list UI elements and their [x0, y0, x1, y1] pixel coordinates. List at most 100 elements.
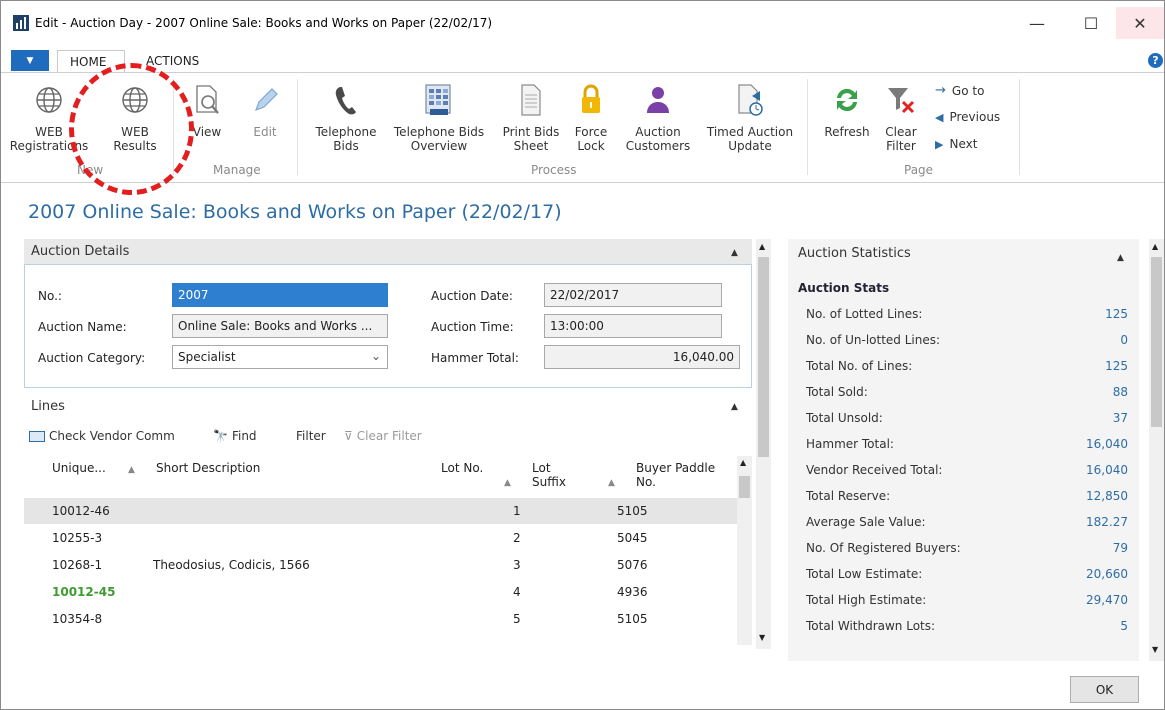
- ok-button[interactable]: OK: [1070, 676, 1139, 703]
- stat-value[interactable]: 125: [1105, 359, 1128, 373]
- auction-name-label: Auction Name:: [38, 320, 127, 334]
- stat-row: Total No. of Lines: 125: [806, 359, 1128, 385]
- stat-value[interactable]: 37: [1113, 411, 1128, 425]
- go-to-button[interactable]: → Go to: [935, 83, 984, 98]
- no-field[interactable]: 2007: [172, 283, 388, 307]
- auction-name-field[interactable]: Online Sale: Books and Works ...: [172, 314, 388, 338]
- force-lock-button[interactable]: Force Lock: [568, 81, 614, 153]
- auction-time-field[interactable]: 13:00:00: [544, 314, 722, 338]
- close-window-button[interactable]: ✕: [1116, 7, 1164, 39]
- auction-category-select[interactable]: Specialist ⌄: [172, 345, 388, 369]
- triangle-left-icon: ◀: [935, 110, 944, 124]
- window-title: Edit - Auction Day - 2007 Online Sale: B…: [35, 16, 493, 30]
- stat-value[interactable]: 88: [1113, 385, 1128, 399]
- check-vendor-comm-button[interactable]: Check Vendor Comm: [29, 429, 175, 443]
- stat-label: Total Unsold:: [806, 411, 883, 425]
- stat-value[interactable]: 182.27: [1086, 515, 1128, 529]
- table-row[interactable]: 10268-1 Theodosius, Codicis, 1566 3 5076: [24, 552, 737, 578]
- telephone-bids-overview-button[interactable]: Telephone Bids Overview: [389, 81, 489, 153]
- go-to-label: Go to: [951, 83, 985, 98]
- check-vendor-comm-label: Check Vendor Comm: [49, 429, 175, 443]
- stat-row: Vendor Received Total: 16,040: [806, 463, 1128, 489]
- col-unique[interactable]: Unique...: [52, 461, 106, 475]
- scroll-down-icon[interactable]: ▼: [759, 633, 765, 642]
- app-menu-button[interactable]: ▼: [11, 50, 49, 71]
- cell-buyer-paddle: 4936: [617, 585, 648, 599]
- scroll-up-icon[interactable]: ▲: [759, 242, 765, 251]
- collapse-caret-icon[interactable]: ▲: [1117, 253, 1124, 263]
- binoculars-icon: 🔭: [213, 429, 228, 443]
- scroll-up-icon[interactable]: ▲: [740, 458, 746, 467]
- stat-value[interactable]: 5: [1120, 619, 1128, 633]
- stat-value[interactable]: 16,040: [1086, 437, 1128, 451]
- lines-clear-filter-button[interactable]: ⊽ Clear Filter: [344, 429, 422, 443]
- stat-value[interactable]: 16,040: [1086, 463, 1128, 477]
- stat-value[interactable]: 20,660: [1086, 567, 1128, 581]
- col-lot-suffix-2[interactable]: Suffix: [532, 475, 566, 489]
- pencil-icon: [248, 81, 282, 119]
- table-row[interactable]: 10012-45 4 4936: [24, 579, 737, 605]
- stat-value[interactable]: 0: [1120, 333, 1128, 347]
- maximize-button[interactable]: ☐: [1068, 7, 1114, 39]
- cell-lot-no: 2: [513, 531, 521, 545]
- lines-scrollbar-thumb[interactable]: [739, 476, 750, 498]
- col-short-description[interactable]: Short Description: [156, 461, 260, 475]
- factbox-scrollbar-thumb[interactable]: [1151, 257, 1162, 427]
- cell-unique: 10012-45: [52, 585, 116, 599]
- clear-filter-button[interactable]: Clear Filter: [879, 81, 923, 153]
- stat-label: No. of Un-lotted Lines:: [806, 333, 941, 347]
- auction-date-field[interactable]: 22/02/2017: [544, 283, 722, 307]
- stat-label: Total Low Estimate:: [806, 567, 923, 581]
- lines-scrollbar[interactable]: ▲: [737, 456, 752, 645]
- col-lot-suffix-1[interactable]: Lot: [532, 461, 551, 475]
- cell-buyer-paddle: 5105: [617, 612, 648, 626]
- previous-button[interactable]: ◀ Previous: [935, 110, 1000, 124]
- timed-auction-update-button[interactable]: Timed Auction Update: [700, 81, 800, 153]
- col-lot-no[interactable]: Lot No.: [441, 461, 483, 475]
- stat-value[interactable]: 29,470: [1086, 593, 1128, 607]
- view-document-icon: [190, 81, 224, 119]
- refresh-button[interactable]: Refresh: [819, 81, 875, 139]
- scroll-down-icon[interactable]: ▼: [1152, 645, 1158, 654]
- content-scrollbar[interactable]: ▲ ▼: [756, 239, 771, 649]
- customer-icon: [641, 81, 675, 119]
- col-buyer-paddle-2[interactable]: No.: [636, 475, 656, 489]
- print-bids-sheet-button[interactable]: Print Bids Sheet: [498, 81, 564, 153]
- lines-header[interactable]: Lines: [24, 394, 752, 420]
- scroll-up-icon[interactable]: ▲: [1152, 242, 1158, 251]
- auction-time-label: Auction Time:: [431, 320, 514, 334]
- next-button[interactable]: ▶ Next: [935, 137, 977, 151]
- table-row[interactable]: 10012-46 1 5105: [24, 498, 737, 524]
- lines-table-header: Unique... ▲ Short Description Lot No. ▲ …: [24, 456, 737, 498]
- stat-label: Total Reserve:: [806, 489, 891, 503]
- auction-statistics-factbox: Auction Statistics ▲ Auction Stats No. o…: [788, 239, 1139, 661]
- content-scrollbar-thumb[interactable]: [758, 257, 769, 457]
- edit-button[interactable]: Edit: [245, 81, 285, 139]
- collapse-caret-icon[interactable]: ▲: [731, 248, 738, 258]
- telephone-bids-button[interactable]: Telephone Bids: [311, 81, 381, 153]
- overview-grid-icon: [422, 81, 456, 119]
- table-row[interactable]: 10255-3 2 5045: [24, 525, 737, 551]
- stat-value[interactable]: 12,850: [1086, 489, 1128, 503]
- lines-clear-filter-label: Clear Filter: [356, 429, 422, 443]
- stat-value[interactable]: 125: [1105, 307, 1128, 321]
- table-row[interactable]: 10354-8 5 5105: [24, 606, 737, 632]
- stat-row: Total Low Estimate: 20,660: [806, 567, 1128, 593]
- stat-label: Total Withdrawn Lots:: [806, 619, 936, 633]
- collapse-caret-icon[interactable]: ▲: [731, 402, 738, 412]
- find-button[interactable]: 🔭 Find: [213, 429, 257, 443]
- factbox-scrollbar[interactable]: ▲ ▼: [1149, 239, 1164, 661]
- col-buyer-paddle-1[interactable]: Buyer Paddle: [636, 461, 715, 475]
- telephone-bids-label-1: Telephone: [315, 125, 377, 139]
- telephone-bids-label-2: Bids: [333, 139, 359, 153]
- no-label: No.:: [38, 289, 62, 303]
- filter-button[interactable]: Filter: [296, 429, 326, 443]
- auction-date-label: Auction Date:: [431, 289, 513, 303]
- auction-customers-button[interactable]: Auction Customers: [622, 81, 694, 153]
- auction-details-header[interactable]: Auction Details: [24, 239, 752, 265]
- next-label: Next: [949, 137, 978, 151]
- stat-value[interactable]: 79: [1113, 541, 1128, 555]
- help-icon[interactable]: ?: [1148, 53, 1163, 68]
- minimize-button[interactable]: —: [1014, 7, 1060, 39]
- stat-row: No. of Lotted Lines: 125: [806, 307, 1128, 333]
